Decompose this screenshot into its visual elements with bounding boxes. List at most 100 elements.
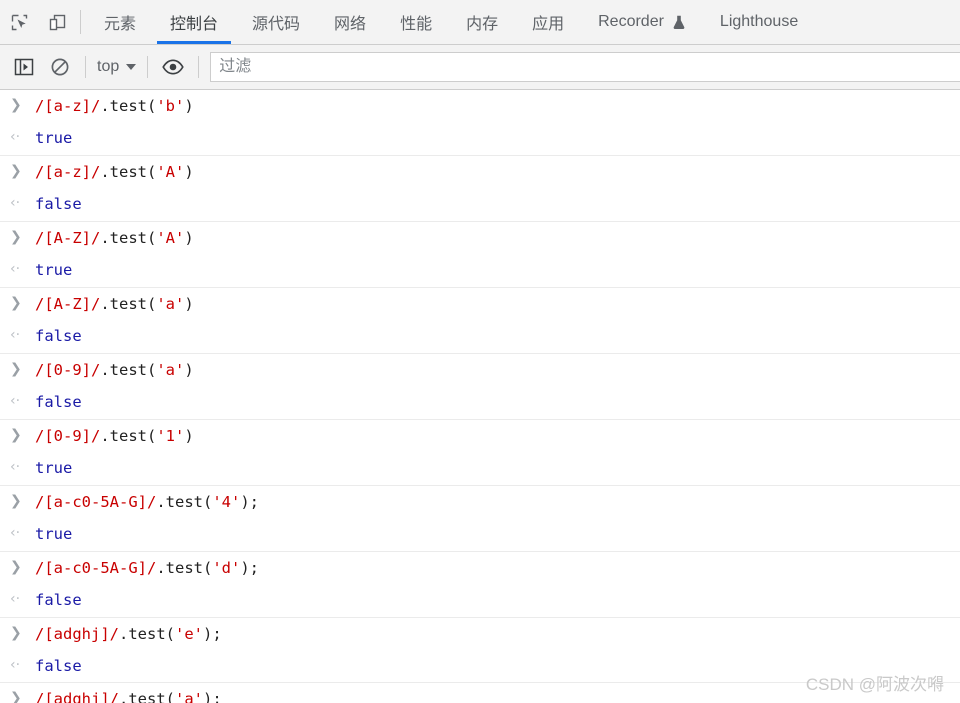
console-group: ❯ /[a-z]/.test('b') ‹· true — [0, 90, 960, 156]
console-input-row[interactable]: ❯ /[a-z]/.test('A') — [0, 156, 960, 188]
tab-label: 内存 — [466, 16, 499, 33]
console-output-row: ‹· false — [0, 386, 960, 418]
input-marker-icon: ❯ — [10, 228, 22, 245]
console-filterbar: top — [0, 45, 960, 90]
output-marker-icon: ‹· — [10, 525, 21, 542]
input-marker-icon: ❯ — [10, 492, 22, 509]
console-group: ❯ /[a-c0-5A-G]/.test('d'); ‹· false — [0, 552, 960, 618]
input-marker-icon: ❯ — [10, 426, 22, 443]
tab-network[interactable]: 网络 — [317, 0, 383, 44]
console-expression: /[adghj]/.test('e'); — [35, 624, 222, 643]
console-group: ❯ /[adghj]/.test('e'); ‹· false — [0, 618, 960, 684]
console-expression: /[0-9]/.test('1') — [35, 426, 194, 445]
console-input-row[interactable]: ❯ /[a-c0-5A-G]/.test('4'); — [0, 486, 960, 518]
console-result: false — [35, 195, 82, 214]
output-marker-icon: ‹· — [10, 261, 21, 278]
tab-label: 性能 — [400, 16, 433, 33]
console-group: ❯ /[a-c0-5A-G]/.test('4'); ‹· true — [0, 486, 960, 552]
console-result: false — [35, 327, 82, 346]
tab-label: Recorder — [598, 13, 664, 30]
filterbar-divider — [147, 56, 149, 78]
console-group: ❯ /[A-Z]/.test('A') ‹· true — [0, 222, 960, 288]
output-marker-icon: ‹· — [10, 393, 21, 410]
tab-performance[interactable]: 性能 — [383, 0, 449, 44]
tab-application[interactable]: 应用 — [515, 0, 581, 44]
execution-context-select[interactable]: top — [93, 58, 140, 76]
chevron-down-icon — [126, 64, 137, 70]
console-result: true — [35, 129, 73, 148]
output-marker-icon: ‹· — [10, 591, 21, 608]
output-marker-icon: ‹· — [10, 656, 21, 673]
console-result: false — [35, 591, 82, 610]
console-group: ❯ /[0-9]/.test('1') ‹· true — [0, 420, 960, 486]
tab-console[interactable]: 控制台 — [153, 0, 235, 44]
console-output-row: ‹· true — [0, 518, 960, 550]
console-expression: /[a-z]/.test('A') — [35, 162, 194, 181]
output-marker-icon: ‹· — [10, 129, 21, 146]
tab-elements[interactable]: 元素 — [87, 0, 153, 44]
tab-label: 元素 — [104, 16, 137, 33]
tab-label: 应用 — [532, 16, 565, 33]
clear-console-icon[interactable] — [42, 52, 78, 82]
devtools-tabbar: 元素 控制台 源代码 网络 性能 内存 应用 Recorder Lighthou… — [0, 0, 960, 45]
console-input-row[interactable]: ❯ /[0-9]/.test('a') — [0, 354, 960, 386]
tab-label: 源代码 — [252, 16, 301, 33]
console-output-row: ‹· true — [0, 254, 960, 286]
input-marker-icon: ❯ — [10, 97, 22, 113]
console-input-row[interactable]: ❯ /[A-Z]/.test('A') — [0, 222, 960, 254]
console-result: false — [35, 656, 82, 675]
console-result: false — [35, 393, 82, 412]
tab-sources[interactable]: 源代码 — [235, 0, 317, 44]
input-marker-icon: ❯ — [10, 162, 22, 179]
console-output-row: ‹· true — [0, 452, 960, 484]
console-expression: /[A-Z]/.test('a') — [35, 294, 194, 313]
console-result: true — [35, 459, 73, 478]
console-input-row[interactable]: ❯ /[a-c0-5A-G]/.test('d'); — [0, 552, 960, 584]
output-marker-icon: ‹· — [10, 459, 21, 476]
console-group: ❯ /[adghj]/.test('a'); ‹· true — [0, 683, 960, 703]
filterbar-divider — [85, 56, 86, 78]
tab-recorder[interactable]: Recorder — [581, 0, 703, 44]
tab-list: 元素 控制台 源代码 网络 性能 内存 应用 Recorder Lighthou… — [87, 0, 815, 44]
input-marker-icon: ❯ — [10, 624, 22, 641]
console-result: true — [35, 261, 73, 280]
input-marker-icon: ❯ — [10, 558, 22, 575]
flask-icon — [672, 14, 686, 30]
console-input-row[interactable]: ❯ /[adghj]/.test('a'); — [0, 683, 960, 703]
console-group: ❯ /[0-9]/.test('a') ‹· false — [0, 354, 960, 420]
devtools-window: 元素 控制台 源代码 网络 性能 内存 应用 Recorder Lighthou… — [0, 0, 960, 703]
console-message-list[interactable]: ❯ /[a-z]/.test('b') ‹· true ❯ /[a-z]/.te… — [0, 90, 960, 703]
live-expression-eye-icon[interactable] — [155, 52, 191, 82]
inspect-cursor-icon[interactable] — [0, 0, 38, 44]
execution-context-value: top — [97, 58, 120, 75]
console-result: true — [35, 525, 73, 544]
console-expression: /[a-z]/.test('b') — [35, 97, 194, 115]
console-sidebar-icon[interactable] — [6, 52, 42, 82]
toolbar-divider — [80, 10, 81, 34]
console-expression: /[0-9]/.test('a') — [35, 360, 194, 379]
filter-input[interactable] — [210, 52, 960, 82]
device-toolbar-icon[interactable] — [38, 0, 76, 44]
console-group: ❯ /[a-z]/.test('A') ‹· false — [0, 156, 960, 222]
console-expression: /[a-c0-5A-G]/.test('4'); — [35, 492, 259, 511]
console-output-row: ‹· true — [0, 122, 960, 154]
tab-label: 控制台 — [170, 16, 219, 33]
input-marker-icon: ❯ — [10, 360, 22, 377]
console-expression: /[A-Z]/.test('A') — [35, 228, 194, 247]
console-output-row: ‹· false — [0, 188, 960, 220]
tab-lighthouse[interactable]: Lighthouse — [703, 0, 815, 44]
console-expression: /[a-c0-5A-G]/.test('d'); — [35, 558, 259, 577]
console-output-row: ‹· false — [0, 320, 960, 352]
input-marker-icon: ❯ — [10, 294, 22, 311]
tab-memory[interactable]: 内存 — [449, 0, 515, 44]
console-input-row[interactable]: ❯ /[adghj]/.test('e'); — [0, 618, 960, 650]
console-input-row[interactable]: ❯ /[0-9]/.test('1') — [0, 420, 960, 452]
output-marker-icon: ‹· — [10, 195, 21, 212]
console-output-row: ‹· false — [0, 584, 960, 616]
console-input-row[interactable]: ❯ /[A-Z]/.test('a') — [0, 288, 960, 320]
console-input-row[interactable]: ❯ /[a-z]/.test('b') — [0, 90, 960, 122]
console-output-row: ‹· false — [0, 650, 960, 682]
console-group: ❯ /[A-Z]/.test('a') ‹· false — [0, 288, 960, 354]
console-expression: /[adghj]/.test('a'); — [35, 690, 222, 703]
tab-label: Lighthouse — [719, 13, 799, 30]
